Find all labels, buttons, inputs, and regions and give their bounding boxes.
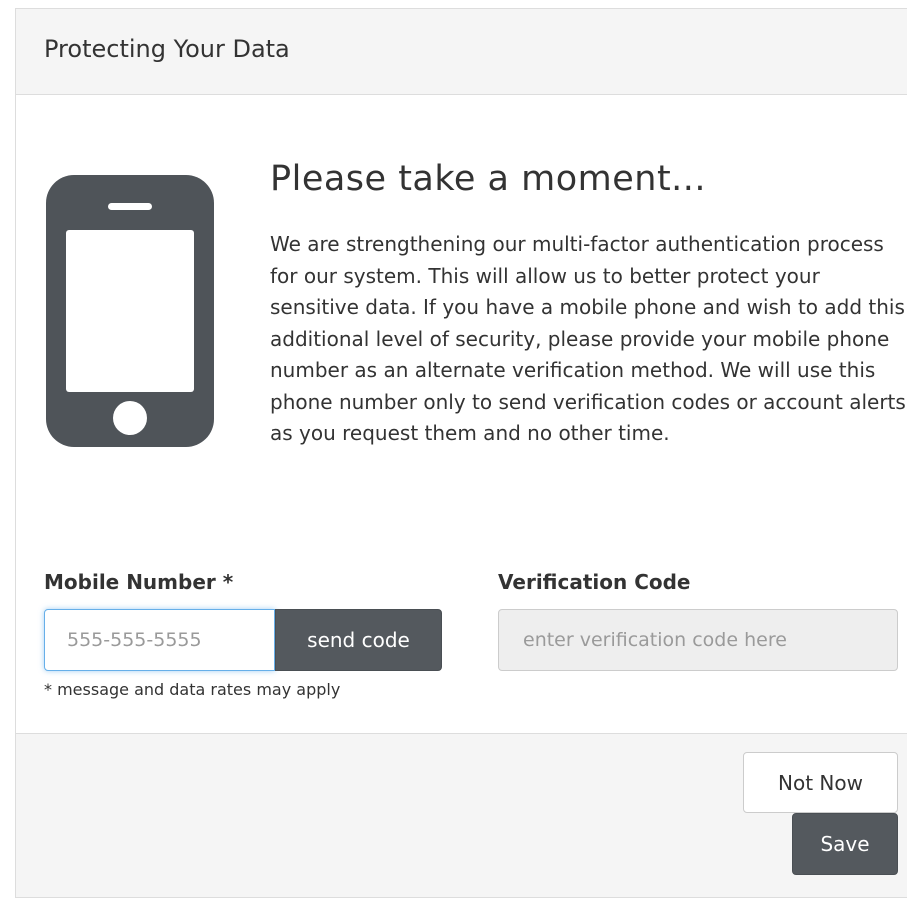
send-code-button[interactable]: send code bbox=[275, 609, 442, 671]
intro-text: We are strengthening our multi-factor au… bbox=[270, 232, 906, 445]
verification-code-input[interactable] bbox=[498, 609, 898, 671]
not-now-button[interactable]: Not Now bbox=[743, 752, 898, 813]
panel-title: Protecting Your Data bbox=[44, 35, 290, 63]
panel-header: Protecting Your Data bbox=[16, 9, 907, 95]
save-button[interactable]: Save bbox=[792, 813, 898, 875]
prompt-heading: Please take a moment... bbox=[270, 159, 707, 199]
mfa-panel: Protecting Your Data Please take a momen… bbox=[15, 8, 907, 898]
mobile-number-label: Mobile Number * bbox=[44, 570, 234, 594]
verification-code-label: Verification Code bbox=[498, 570, 691, 594]
rates-note: * message and data rates may apply bbox=[44, 680, 341, 699]
mobile-number-input[interactable] bbox=[44, 609, 275, 671]
mobile-phone-icon bbox=[46, 175, 214, 447]
